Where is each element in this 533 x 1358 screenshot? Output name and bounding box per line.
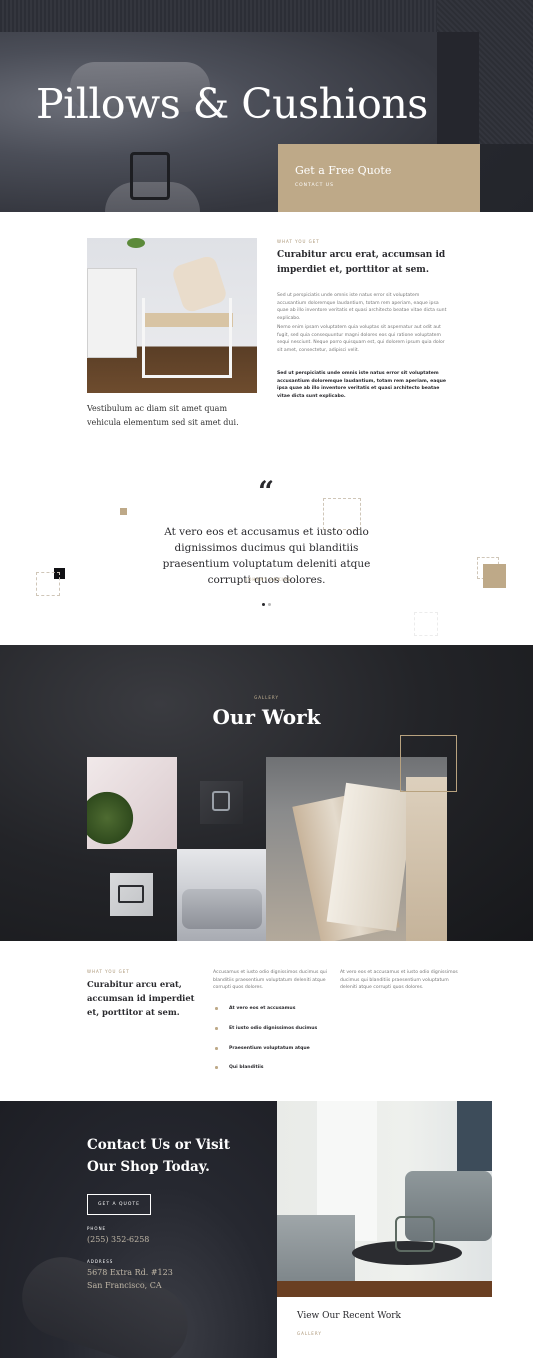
contact-section: Contact Us or Visit Our Shop Today. GET … bbox=[0, 1101, 533, 1358]
free-quote-box[interactable]: Get a Free Quote CONTACT US bbox=[278, 144, 480, 212]
get-a-quote-button[interactable]: GET A QUOTE bbox=[87, 1194, 151, 1215]
tool-shape bbox=[212, 791, 230, 811]
about-heading: Curabitur arcu erat, accumsan id imperdi… bbox=[277, 250, 446, 275]
gallery-image-chair[interactable] bbox=[87, 757, 177, 849]
testimonial-author: – JOHNNY ADKINS bbox=[240, 577, 292, 582]
stapler-shape bbox=[118, 885, 144, 903]
gallery-frame-decor bbox=[400, 735, 457, 792]
hero-dark-band bbox=[437, 32, 479, 144]
storage-box bbox=[87, 268, 137, 358]
bullet-icon bbox=[215, 1007, 218, 1010]
contact-us-link[interactable]: CONTACT US bbox=[295, 183, 462, 188]
bullet-icon bbox=[215, 1027, 218, 1030]
features-eyebrow: WHAT YOU GET bbox=[87, 969, 130, 974]
gallery-image-pillows[interactable] bbox=[177, 849, 266, 941]
hero-title: Pillows & Cushions bbox=[36, 80, 428, 128]
feature-item: Et iusto odio dignissimos ducimus bbox=[215, 1026, 317, 1031]
features-paragraph: Accusamus et iusto odio dignissimos duci… bbox=[213, 970, 327, 991]
quote-icon: “ bbox=[258, 475, 275, 508]
hero-photo-tool bbox=[130, 152, 170, 200]
feature-item: Qui blanditiis bbox=[215, 1065, 264, 1070]
plant-leaf bbox=[87, 787, 137, 849]
gallery-title: Our Work bbox=[212, 705, 321, 729]
bullet-icon bbox=[215, 1066, 218, 1069]
gallery-image-stapler[interactable] bbox=[110, 873, 153, 916]
feature-item: At vero eos et accusamus bbox=[215, 1006, 295, 1011]
about-caption: Vestibulum ac diam sit amet quam vehicul… bbox=[87, 404, 239, 427]
floor bbox=[277, 1281, 492, 1297]
gallery-eyebrow: GALLERY bbox=[254, 695, 279, 700]
terrarium bbox=[395, 1216, 435, 1252]
decor-dashed-square bbox=[36, 572, 60, 596]
address-label: ADDRESS bbox=[87, 1259, 114, 1264]
address-line-2: San Francisco, CA bbox=[87, 1281, 162, 1290]
gallery-image-tool[interactable] bbox=[200, 781, 243, 824]
decor-dashed-square bbox=[414, 612, 438, 636]
slider-dot-active[interactable] bbox=[262, 603, 265, 606]
about-paragraph-bold: Sed ut perspiciatis unde omnis iste natu… bbox=[277, 371, 447, 399]
contact-title: Contact Us or Visit Our Shop Today. bbox=[87, 1137, 230, 1175]
feature-item: Praesentium voluptatum atque bbox=[215, 1046, 310, 1051]
about-paragraph: Nemo enim ipsam voluptatem quia voluptas… bbox=[277, 325, 445, 353]
gallery-link[interactable]: GALLERY bbox=[297, 1331, 322, 1336]
address-line-1: 5678 Extra Rd. #123 bbox=[87, 1268, 173, 1277]
phone-label: PHONE bbox=[87, 1226, 107, 1231]
features-heading: Curabitur arcu erat, accumsan id imperdi… bbox=[87, 979, 195, 1017]
decor-square bbox=[120, 508, 127, 515]
slider-dot[interactable] bbox=[268, 603, 271, 606]
free-quote-title: Get a Free Quote bbox=[295, 164, 392, 177]
gallery-section: GALLERY Our Work bbox=[0, 645, 533, 941]
phone-value[interactable]: (255) 352-6258 bbox=[87, 1235, 149, 1244]
plant-leaf bbox=[127, 238, 145, 248]
fabric-swatch bbox=[406, 777, 447, 941]
ottoman bbox=[277, 1215, 355, 1281]
about-eyebrow: WHAT YOU GET bbox=[277, 239, 320, 244]
about-paragraph: Sed ut perspiciatis unde omnis iste natu… bbox=[277, 293, 447, 321]
hero-section: Pillows & Cushions Get a Free Quote CONT… bbox=[0, 0, 533, 212]
wall-accent bbox=[457, 1101, 492, 1171]
pillow-shape bbox=[182, 889, 262, 929]
decor-square bbox=[483, 564, 506, 588]
features-paragraph: At vero eos et accusamus et iusto odio d… bbox=[340, 970, 458, 991]
bullet-icon bbox=[215, 1047, 218, 1050]
recent-work-image[interactable] bbox=[277, 1101, 492, 1297]
about-image bbox=[87, 238, 257, 393]
recent-work-title[interactable]: View Our Recent Work bbox=[297, 1311, 401, 1321]
